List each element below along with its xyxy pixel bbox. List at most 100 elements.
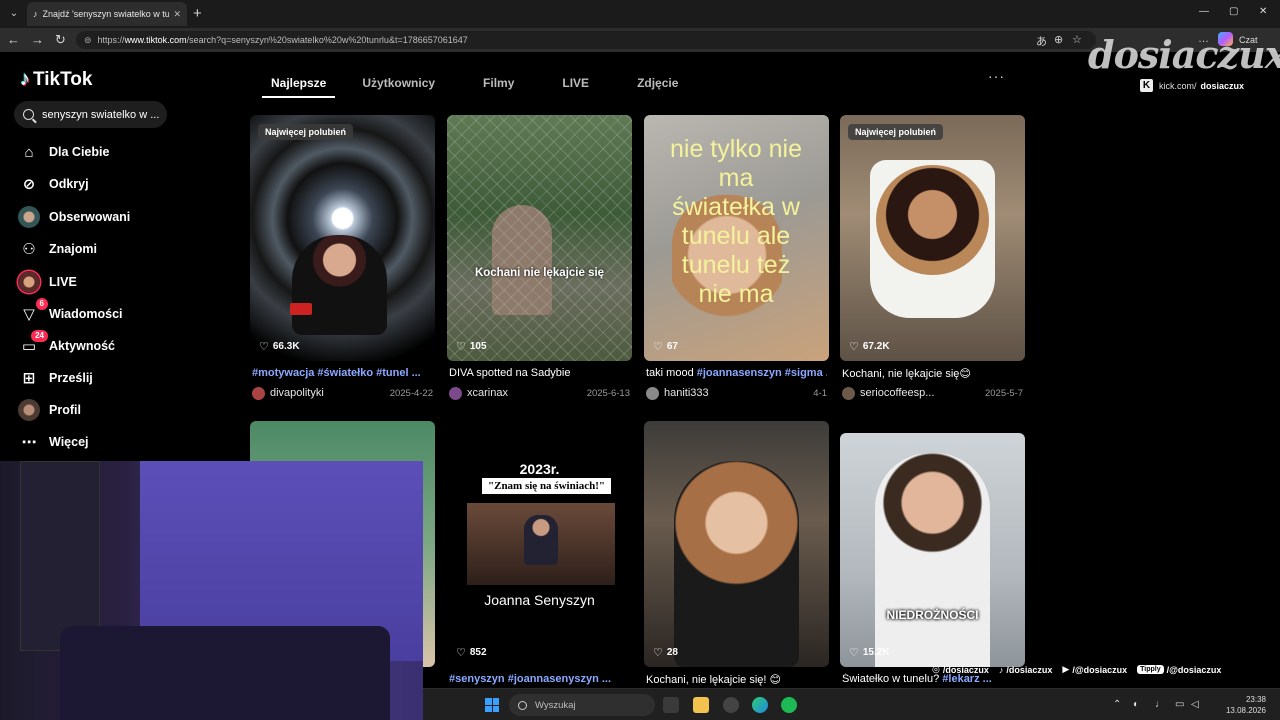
back-icon[interactable]: ← <box>7 32 20 48</box>
sidebar-item-przeslij[interactable]: ⊞ Prześlij <box>18 366 93 390</box>
edge-browser-icon[interactable] <box>752 697 768 713</box>
sidebar-item-label: LIVE <box>49 275 77 289</box>
url-field[interactable]: ⊜ https://www.tiktok.com/search?q=senysz… <box>76 31 1096 49</box>
video-thumbnail[interactable]: nie tylko nie ma światełka w tunelu ale … <box>644 115 829 361</box>
tab-filmy[interactable]: Filmy <box>474 72 523 98</box>
video-thumbnail[interactable]: ♡ 28 <box>644 421 829 667</box>
author-avatar[interactable] <box>252 386 265 400</box>
overlay-text: Kochani nie lękajcie się <box>474 267 605 279</box>
refresh-icon[interactable]: ↻ <box>55 32 66 48</box>
network-icon[interactable]: ▭ <box>1175 699 1184 710</box>
forward-icon[interactable]: → <box>31 32 44 48</box>
video-thumbnail[interactable]: Kochani nie lękajcie się ♡ 105 <box>447 115 632 361</box>
upload-icon: ⊞ <box>22 370 36 387</box>
logo-text: TikTok <box>33 68 93 90</box>
favorite-star-icon[interactable]: ☆ <box>1072 33 1082 46</box>
sidebar-item-label: Aktywność <box>49 339 115 353</box>
video-description[interactable]: #senyszyn #joannasenyszyn ... <box>449 673 630 685</box>
sidebar-item-dla-ciebie[interactable]: ⌂ Dla Ciebie <box>18 140 109 164</box>
home-icon: ⌂ <box>24 143 34 161</box>
author-name[interactable]: seriocoffeesp... <box>860 387 934 399</box>
social-instagram: ◎/dosiaczux <box>932 664 989 675</box>
sidebar-item-znajomi[interactable]: ⚇ Znajomi <box>18 237 97 261</box>
video-thumbnail[interactable]: Najwięcej polubień ♡ 67.2K <box>840 115 1025 361</box>
sidebar-item-obserwowani[interactable]: Obserwowani <box>18 205 130 229</box>
thumbnail-person <box>875 453 990 667</box>
tab-actions-chevron-icon[interactable]: ⌄ <box>6 6 22 22</box>
tiktok-logo[interactable]: ♪ TikTok <box>20 68 92 91</box>
taskbar-clock[interactable]: 23:38 13.08.2026 <box>1206 694 1266 716</box>
author-name[interactable]: divapolityki <box>270 387 324 399</box>
windows-taskbar: Wyszukaj ⌃ ◐ ♩ ▭ ◁ 23:38 13.08.2026 <box>423 688 1280 720</box>
thumbnail-person <box>524 515 558 565</box>
video-description[interactable]: Kochani, nie lękajcie się😊 <box>842 367 1023 380</box>
new-tab-icon[interactable]: + <box>193 5 202 23</box>
minimize-window-icon[interactable]: — <box>1199 6 1209 17</box>
hashtags[interactable]: #motywacja #światełko #tunel ... <box>252 367 421 379</box>
tab-zdjecie[interactable]: Zdjęcie <box>628 72 687 98</box>
youtube-icon: ▶ <box>1062 664 1070 674</box>
post-date: 2025-4-22 <box>389 387 433 399</box>
microphone-icon[interactable]: ♩ <box>1155 699 1165 710</box>
video-thumbnail[interactable]: 2023r. "Znam się na świniach!" Joanna Se… <box>447 421 632 667</box>
author-avatar[interactable] <box>646 386 659 400</box>
translate-icon[interactable]: あ <box>1036 33 1047 49</box>
social-handle: /@dosiaczux <box>1072 664 1128 675</box>
likes-count: ♡ 28 <box>653 646 678 659</box>
sidebar-item-wiadomosci[interactable]: ▽ 6 Wiadomości <box>18 298 123 326</box>
tab-live[interactable]: LIVE <box>553 72 598 98</box>
heart-icon: ♡ <box>259 341 269 353</box>
windows-start-icon[interactable] <box>485 698 499 712</box>
video-description[interactable]: DIVA spotted na Sadybie <box>449 367 630 379</box>
zoom-icon[interactable]: ⊕ <box>1054 33 1063 46</box>
taskbar-search[interactable]: Wyszukaj <box>509 694 655 716</box>
desc-text: Światełko w tunelu? <box>842 673 943 685</box>
sidebar-item-label: Profil <box>49 403 81 417</box>
author-avatar[interactable] <box>449 386 462 400</box>
browser-tab[interactable]: ♪ Znajdź 'senyszyn swiatelko w tuneli ✕ <box>27 2 187 26</box>
instagram-icon: ◎ <box>932 664 940 674</box>
tray-overflow-icon[interactable]: ⌃ <box>1113 699 1121 710</box>
site-info-icon[interactable]: ⊜ <box>84 35 92 46</box>
url-path: /search?q=senyszyn%20swiatelko%20w%20tun… <box>186 35 468 45</box>
tab-uzytkownicy[interactable]: Użytkownicy <box>353 72 444 98</box>
close-tab-icon[interactable]: ✕ <box>173 9 181 20</box>
sidebar-item-aktywnosc[interactable]: ▭ 24 Aktywność <box>18 330 115 358</box>
friends-icon: ⚇ <box>22 241 36 258</box>
sidebar-item-odkryj[interactable]: ⊘ Odkryj <box>18 172 89 196</box>
likes-count: ♡ 67 <box>653 340 678 353</box>
author-name[interactable]: haniti333 <box>664 387 709 399</box>
video-description[interactable]: Kochani, nie lękajcie się! 😊 <box>646 673 827 686</box>
likes-count: ♡ 67.2K <box>849 340 890 353</box>
sidebar-item-profil[interactable]: Profil <box>18 398 81 422</box>
likes-count: ♡ 66.3K <box>259 340 300 353</box>
tipply-icon: Tipply <box>1137 665 1164 674</box>
sidebar-item-wiecej[interactable]: ⋯ Więcej <box>18 430 89 454</box>
hashtags[interactable]: #joannasenszyn #sigma ... <box>697 367 827 379</box>
volume-icon[interactable]: ◁ <box>1191 699 1199 710</box>
app-icon[interactable] <box>723 697 739 713</box>
sidebar-item-live[interactable]: LIVE <box>18 270 77 294</box>
more-options-icon[interactable]: ··· <box>988 68 1005 84</box>
taskbar-search-placeholder: Wyszukaj <box>535 699 576 711</box>
task-view-icon[interactable] <box>663 697 679 713</box>
hashtags[interactable]: #senyszyn #joannasenyszyn ... <box>449 673 611 685</box>
tiktok-note-icon: ♪ <box>20 68 30 90</box>
author-name[interactable]: xcarinax <box>467 387 508 399</box>
author-avatar[interactable] <box>842 386 855 400</box>
spotify-icon[interactable] <box>781 697 797 713</box>
sidebar-item-label: Prześlij <box>49 371 93 385</box>
heart-icon: ♡ <box>456 341 466 353</box>
social-tipply: Tipply/@dosiaczux <box>1137 665 1221 675</box>
tab-najlepsze[interactable]: Najlepsze <box>262 72 336 98</box>
tray-app-icon[interactable]: ◐ <box>1133 699 1139 710</box>
search-input[interactable]: senyszyn swiatelko w ... <box>14 101 167 128</box>
close-window-icon[interactable]: ✕ <box>1259 6 1267 17</box>
video-thumbnail[interactable]: NIEDROŻNOŚCI ♡ 15.2K <box>840 433 1025 667</box>
video-thumbnail[interactable]: Najwięcej polubień ♡ 66.3K <box>250 115 435 361</box>
sidebar-item-label: Znajomi <box>49 242 97 256</box>
file-explorer-icon[interactable] <box>693 697 709 713</box>
video-description[interactable]: #motywacja #światełko #tunel ... <box>252 367 433 379</box>
maximize-window-icon[interactable]: ▢ <box>1229 6 1238 17</box>
video-description[interactable]: taki mood #joannasenszyn #sigma ... <box>646 367 827 379</box>
